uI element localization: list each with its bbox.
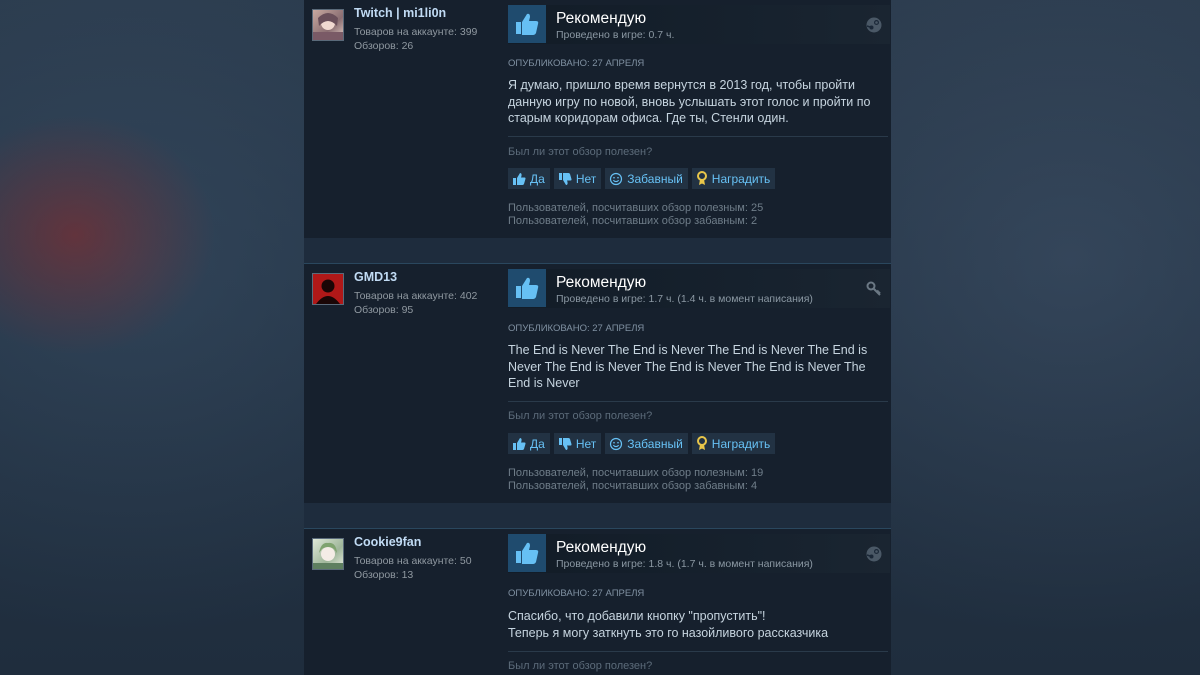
vote-no-label: Нет [575,171,597,186]
funny-count: Пользователей, посчитавших обзор забавны… [508,215,758,227]
vote-buttons: Да Нет Забавный Наградить [508,433,776,454]
vote-counts: Пользователей, посчитавших обзор полезны… [508,202,763,228]
review-text-line: Теперь я могу заткнуть это го назойливог… [508,625,829,640]
review-text: Спасибо, что добавили кнопку "пропустить… [508,608,878,641]
review-text-line: Спасибо, что добавили кнопку "пропустить… [508,609,766,623]
thumbs-up-icon [508,5,546,43]
vote-counts: Пользователей, посчитавших обзор полезны… [508,467,763,493]
products-count[interactable]: Товаров на аккаунте: 402 [354,290,477,302]
helpful-count: Пользователей, посчитавших обзор полезны… [508,467,764,479]
playtime: Проведено в игре: 1.7 ч. (1.4 ч. в момен… [556,293,813,305]
thumbs-down-icon [558,172,572,185]
review-card: GMD13 Товаров на аккаунте: 402 Обзоров: … [304,263,891,504]
vote-no-button[interactable]: Нет [553,433,602,454]
divider [508,136,888,137]
vote-funny-button[interactable]: Забавный [605,168,688,189]
award-button[interactable]: Наградить [691,168,776,189]
award-icon [696,436,707,450]
vote-funny-button[interactable]: Забавный [605,433,688,454]
thumbs-up-icon [508,269,546,307]
author-name[interactable]: GMD13 [354,270,397,284]
award-button[interactable]: Наградить [691,433,776,454]
vote-no-button[interactable]: Нет [553,168,602,189]
thumbs-down-icon [558,437,572,450]
vote-funny-label: Забавный [627,171,683,186]
posted-date: Опубликовано: 27 апреля [508,58,645,69]
steam-icon [866,17,882,33]
playtime: Проведено в игре: 0.7 ч. [556,29,675,41]
reviews-column: Twitch | mi1li0n Товаров на аккаунте: 39… [304,0,891,675]
review-text: Я думаю, пришло время вернутся в 2013 го… [508,78,871,125]
verdict-title: Рекомендую [556,274,647,291]
verdict-title: Рекомендую [556,10,647,27]
verdict-title: Рекомендую [556,539,647,556]
thumbs-up-icon [513,172,526,185]
helpful-question: Был ли этот обзор полезен? [508,410,653,422]
review-gap [304,238,891,263]
products-count[interactable]: Товаров на аккаунте: 399 [354,26,477,38]
vote-buttons: Да Нет Забавный Наградить [508,168,776,189]
thumbs-up-icon [508,534,546,572]
vote-yes-button[interactable]: Да [508,433,550,454]
review-gap [304,503,891,528]
author-name[interactable]: Twitch | mi1li0n [354,6,446,20]
award-icon [696,171,707,185]
posted-date: Опубликовано: 27 апреля [508,588,645,599]
smiley-icon [610,172,623,185]
avatar[interactable] [312,9,344,41]
reviews-count[interactable]: Обзоров: 13 [354,569,413,581]
award-label: Наградить [711,436,771,451]
vote-yes-button[interactable]: Да [508,168,550,189]
divider [508,401,888,402]
author-name[interactable]: Cookie9fan [354,535,421,549]
vote-yes-label: Да [530,171,545,186]
helpful-question: Был ли этот обзор полезен? [508,146,653,158]
avatar[interactable] [312,538,344,570]
review-card: Cookie9fan Товаров на аккаунте: 50 Обзор… [304,528,891,675]
posted-date: Опубликовано: 27 апреля [508,323,645,334]
vote-yes-label: Да [530,436,545,451]
review-card: Twitch | mi1li0n Товаров на аккаунте: 39… [304,0,891,239]
reviews-count[interactable]: Обзоров: 26 [354,40,413,52]
review-text: The End is Never The End is Never The En… [508,343,868,390]
avatar[interactable] [312,273,344,305]
vote-header[interactable]: Рекомендую Проведено в игре: 1.7 ч. (1.4… [508,269,890,308]
key-icon [866,281,882,297]
helpful-question: Был ли этот обзор полезен? [508,660,653,672]
vote-no-label: Нет [575,436,597,451]
thumbs-up-icon [513,437,526,450]
smiley-icon [610,437,623,450]
playtime: Проведено в игре: 1.8 ч. (1.7 ч. в момен… [556,558,813,570]
steam-icon [866,546,882,562]
divider [508,651,888,652]
vote-header[interactable]: Рекомендую Проведено в игре: 1.8 ч. (1.7… [508,534,890,573]
award-label: Наградить [711,171,771,186]
reviews-count[interactable]: Обзоров: 95 [354,304,413,316]
helpful-count: Пользователей, посчитавших обзор полезны… [508,202,764,214]
funny-count: Пользователей, посчитавших обзор забавны… [508,480,758,492]
vote-funny-label: Забавный [627,436,683,451]
products-count[interactable]: Товаров на аккаунте: 50 [354,555,472,567]
vote-header[interactable]: Рекомендую Проведено в игре: 0.7 ч. [508,5,890,44]
